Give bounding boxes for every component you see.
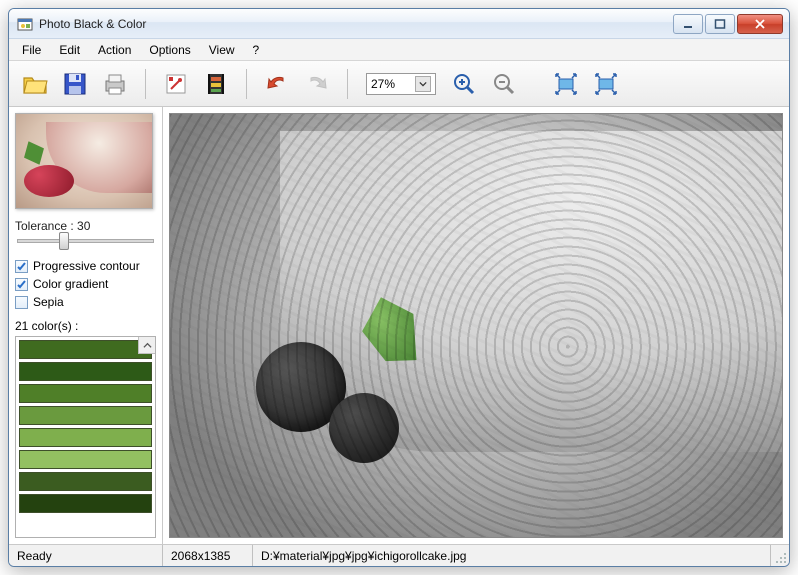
scroll-up-button[interactable] xyxy=(138,337,155,354)
image-canvas[interactable] xyxy=(169,113,783,538)
status-ready: Ready xyxy=(9,545,163,566)
tolerance-slider[interactable] xyxy=(17,239,154,243)
resize-grip[interactable] xyxy=(771,545,789,566)
tolerance-label: Tolerance : 30 xyxy=(15,219,156,233)
color-swatch[interactable] xyxy=(19,362,152,381)
color-section: 21 color(s) : xyxy=(15,319,156,538)
color-swatch[interactable] xyxy=(19,340,152,359)
status-dimensions: 2068x1385 xyxy=(163,545,253,566)
check-color-gradient[interactable] xyxy=(15,278,28,291)
toolbar-separator xyxy=(347,69,348,99)
check-progressive-contour-row: Progressive contour xyxy=(15,259,156,273)
fit-screen-button[interactable] xyxy=(548,66,584,102)
tolerance-control: Tolerance : 30 xyxy=(15,219,156,249)
check-label: Sepia xyxy=(33,295,64,309)
color-swatch[interactable] xyxy=(19,428,152,447)
menu-view[interactable]: View xyxy=(200,41,244,59)
color-swatch[interactable] xyxy=(19,406,152,425)
toolbar: 27% xyxy=(9,61,789,107)
status-filepath: D:¥material¥jpg¥jpg¥ichigorollcake.jpg xyxy=(253,545,771,566)
menu-options[interactable]: Options xyxy=(140,41,199,59)
colors-count-label: 21 color(s) : xyxy=(15,319,156,333)
sidebar: Tolerance : 30 Progressive contour Color xyxy=(9,107,163,544)
check-sepia-row: Sepia xyxy=(15,295,156,309)
check-label: Progressive contour xyxy=(33,259,140,273)
app-icon xyxy=(17,16,33,32)
menu-edit[interactable]: Edit xyxy=(50,41,89,59)
chevron-down-icon xyxy=(415,76,431,92)
window-title: Photo Black & Color xyxy=(39,17,671,31)
undo-button[interactable] xyxy=(259,66,295,102)
slider-thumb[interactable] xyxy=(59,232,69,250)
toolbar-separator xyxy=(246,69,247,99)
content-area: Tolerance : 30 Progressive contour Color xyxy=(9,107,789,544)
film-button[interactable] xyxy=(198,66,234,102)
redo-button[interactable] xyxy=(299,66,335,102)
color-swatch[interactable] xyxy=(19,450,152,469)
minimize-button[interactable] xyxy=(673,14,703,34)
zoom-in-button[interactable] xyxy=(446,66,482,102)
color-swatch[interactable] xyxy=(19,494,152,513)
options-checkboxes: Progressive contour Color gradient Sepia xyxy=(15,259,156,309)
zoom-level-select[interactable]: 27% xyxy=(366,73,436,95)
color-swatch[interactable] xyxy=(19,472,152,491)
zoom-out-button[interactable] xyxy=(486,66,522,102)
thumbnail-preview[interactable] xyxy=(15,113,153,209)
eyedropper-button[interactable] xyxy=(158,66,194,102)
menu-file[interactable]: File xyxy=(13,41,50,59)
actual-size-button[interactable] xyxy=(588,66,624,102)
zoom-value: 27% xyxy=(371,77,395,91)
menu-help[interactable]: ? xyxy=(244,41,269,59)
close-button[interactable] xyxy=(737,14,783,34)
menu-action[interactable]: Action xyxy=(89,41,140,59)
app-window: Photo Black & Color File Edit Action Opt… xyxy=(8,8,790,567)
maximize-button[interactable] xyxy=(705,14,735,34)
canvas-area xyxy=(163,107,789,544)
check-sepia[interactable] xyxy=(15,296,28,309)
menubar: File Edit Action Options View ? xyxy=(9,39,789,61)
color-swatch[interactable] xyxy=(19,384,152,403)
save-button[interactable] xyxy=(57,66,93,102)
color-list[interactable] xyxy=(15,336,156,538)
titlebar[interactable]: Photo Black & Color xyxy=(9,9,789,39)
check-progressive-contour[interactable] xyxy=(15,260,28,273)
statusbar: Ready 2068x1385 D:¥material¥jpg¥jpg¥ichi… xyxy=(9,544,789,566)
print-button[interactable] xyxy=(97,66,133,102)
open-button[interactable] xyxy=(17,66,53,102)
check-color-gradient-row: Color gradient xyxy=(15,277,156,291)
toolbar-separator xyxy=(145,69,146,99)
check-label: Color gradient xyxy=(33,277,108,291)
window-buttons xyxy=(671,14,783,34)
